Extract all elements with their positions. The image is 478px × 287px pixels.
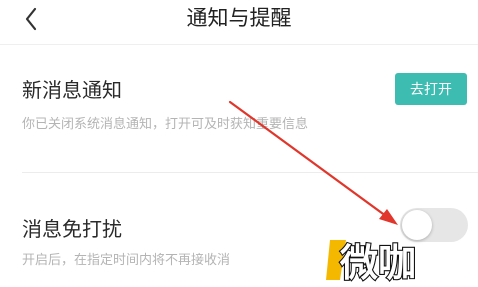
section-divider xyxy=(22,172,478,173)
page-title: 通知与提醒 xyxy=(186,6,292,30)
notification-description: 你已关闭系统消息通知，打开可及时获知重要信息 xyxy=(22,117,309,132)
notification-title: 新消息通知 xyxy=(22,78,122,102)
dnd-title: 消息免打扰 xyxy=(22,217,122,241)
dnd-description: 开启后，在指定时间内将不再接收消 xyxy=(22,253,231,268)
toggle-knob xyxy=(402,210,432,240)
header-divider xyxy=(0,44,478,45)
open-notifications-button[interactable]: 去打开 xyxy=(395,73,467,105)
dnd-toggle[interactable] xyxy=(400,208,468,242)
watermark-logo: 微咖 xyxy=(326,240,417,284)
header: 通知与提醒 xyxy=(0,0,478,38)
svg-text:微咖: 微咖 xyxy=(339,241,416,284)
